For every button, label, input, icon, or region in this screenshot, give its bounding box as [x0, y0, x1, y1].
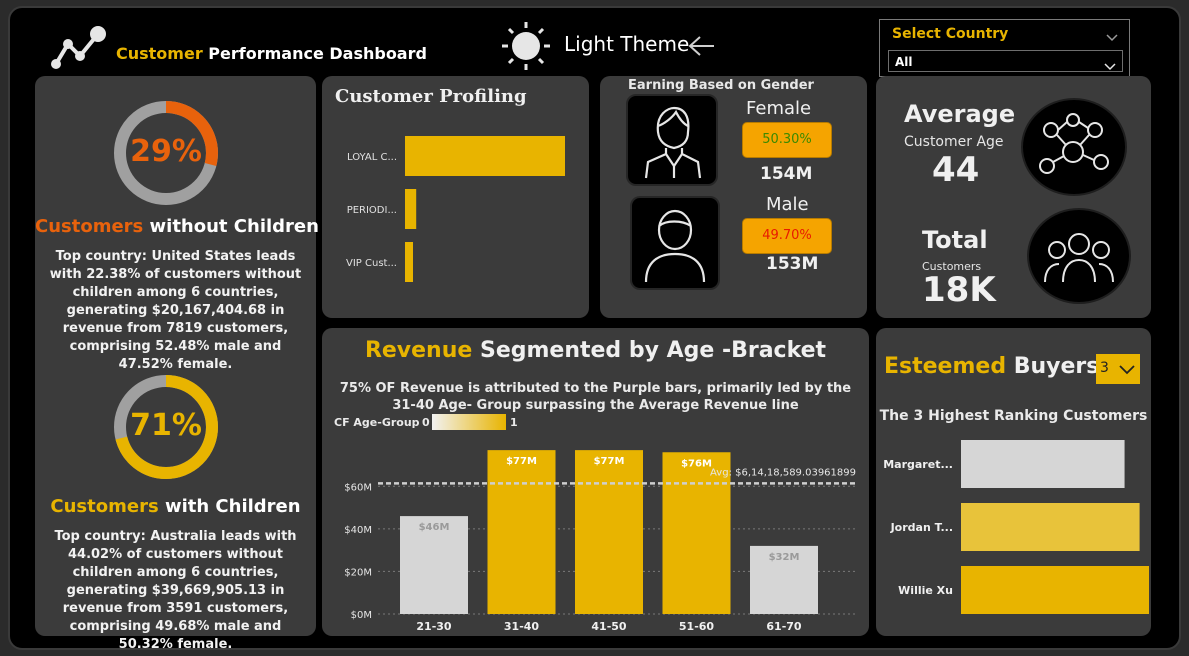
buyers-panel: Esteemed Buyers 3 The 3 Highest Ranking … [876, 328, 1151, 636]
desc-without-children: Top country: United States leads with 22… [49, 249, 302, 372]
profiling-bar[interactable] [405, 189, 417, 229]
buyers-subtitle: The 3 Highest Ranking Customers [879, 408, 1148, 424]
revenue-data-label: $32M [769, 552, 800, 563]
legend-min: 0 [422, 416, 430, 429]
total-title: Total [922, 226, 988, 254]
buyers-chart: Margaret... Jordan T... Willie Xu [883, 440, 1149, 614]
country-dropdown[interactable]: All [888, 50, 1123, 72]
buyers-title: Esteemed Buyers [884, 354, 1100, 379]
revenue-y-tick: $0M [351, 610, 372, 621]
revenue-bar[interactable] [487, 450, 556, 614]
desc-with-children: Top country: Australia leads with 44.02%… [54, 529, 297, 650]
buyer-bar[interactable] [961, 566, 1149, 614]
total-value: 18K [922, 270, 996, 310]
revenue-data-label: $76M [681, 458, 712, 469]
revenue-x-tick: 21-30 [416, 620, 452, 633]
average-label: Avg: $6,14,18,589.03961899 [710, 467, 856, 478]
kpi-panel: Average Customer Age 44 Total Customers … [876, 76, 1151, 318]
chevron-down-icon[interactable] [1105, 28, 1119, 42]
revenue-x-tick: 51-60 [679, 620, 715, 633]
buyer-bar[interactable] [961, 440, 1125, 488]
top-n-value: 3 [1100, 360, 1109, 376]
male-icon [630, 196, 720, 290]
revenue-y-tick: $60M [344, 482, 372, 493]
revenue-panel: Revenue Segmented by Age -Bracket 75% OF… [322, 328, 869, 636]
children-panel: 29% Customers without Children Top count… [35, 76, 319, 648]
revenue-data-label: $46M [419, 522, 450, 533]
donut-without-children: 29% [113, 100, 219, 206]
revenue-y-tick: $40M [344, 525, 372, 536]
network-icon [1021, 98, 1127, 196]
revenue-data-label: $77M [506, 456, 537, 467]
buyer-label: Jordan T... [890, 521, 953, 534]
male-earnings: 153M [766, 254, 819, 274]
revenue-y-tick: $20M [344, 567, 372, 578]
percent-with-children: 71% [130, 408, 202, 443]
title-with-children: Customers with Children [50, 496, 301, 517]
sun-icon[interactable] [496, 20, 556, 72]
arrow-left-icon[interactable] [686, 34, 716, 58]
revenue-x-tick: 41-50 [591, 620, 627, 633]
female-label: Female [746, 98, 812, 119]
title-without-children: Customers without Children [35, 216, 319, 237]
revenue-chart: $0M $20M $40M $60M $46M 21-30 $77M 31-40 $77M 41-… [344, 450, 858, 633]
revenue-subtitle: 75% OF Revenue is attributed to the Purp… [339, 381, 852, 413]
profiling-bar-label: LOYAL C... [347, 152, 397, 163]
buyer-bar[interactable] [961, 503, 1140, 551]
female-earnings: 154M [760, 164, 813, 184]
page-title: Customer Performance Dashboard [116, 44, 427, 63]
revenue-title: Revenue Segmented by Age -Bracket [364, 338, 827, 363]
legend-gradient [432, 414, 506, 430]
avg-age-title: Average [904, 100, 1016, 128]
donut-with-children: 71% [113, 374, 219, 480]
gender-title: Earning Based on Gender [628, 78, 814, 93]
country-select-value: All [895, 55, 913, 69]
profiling-bar[interactable] [405, 242, 413, 282]
profiling-bar[interactable] [405, 136, 565, 176]
avg-age-subtitle: Customer Age [904, 134, 1004, 150]
percent-without-children: 29% [130, 134, 202, 169]
dashboard-frame: Customer Performance Dashboard Light The… [8, 6, 1181, 650]
top-n-select[interactable]: 3 [1096, 354, 1140, 384]
buyer-label: Willie Xu [898, 584, 953, 597]
revenue-x-tick: 61-70 [766, 620, 802, 633]
theme-toggle-label[interactable]: Light Theme [564, 32, 689, 56]
legend-max: 1 [510, 416, 518, 429]
chevron-down-icon[interactable] [1118, 364, 1136, 376]
chevron-down-icon[interactable] [1103, 57, 1117, 71]
legend-label: CF Age-Group [334, 416, 420, 429]
male-percent: 49.70% [742, 218, 832, 254]
revenue-x-tick: 31-40 [504, 620, 540, 633]
country-select[interactable]: Select Country All [879, 19, 1130, 77]
profiling-title: Customer Profiling [335, 86, 527, 107]
avg-age-value: 44 [932, 150, 980, 190]
group-icon [1027, 208, 1131, 304]
profiling-panel: Customer Profiling LOYAL C... PERIODI... V… [322, 76, 589, 318]
female-icon [626, 94, 718, 186]
profiling-bar-label: VIP Cust... [346, 258, 397, 269]
revenue-data-label: $77M [594, 456, 625, 467]
male-label: Male [766, 194, 809, 215]
revenue-bar[interactable] [575, 450, 643, 614]
gender-panel: Earning Based on Gender Female 50.30% 15… [600, 76, 867, 318]
country-select-label: Select Country [892, 26, 1009, 42]
profiling-bar-label: PERIODI... [347, 205, 397, 216]
buyer-label: Margaret... [883, 458, 953, 471]
female-percent: 50.30% [742, 122, 832, 158]
logo-icon [48, 20, 110, 76]
profiling-chart: LOYAL C... PERIODI... VIP Cust... [346, 136, 565, 282]
